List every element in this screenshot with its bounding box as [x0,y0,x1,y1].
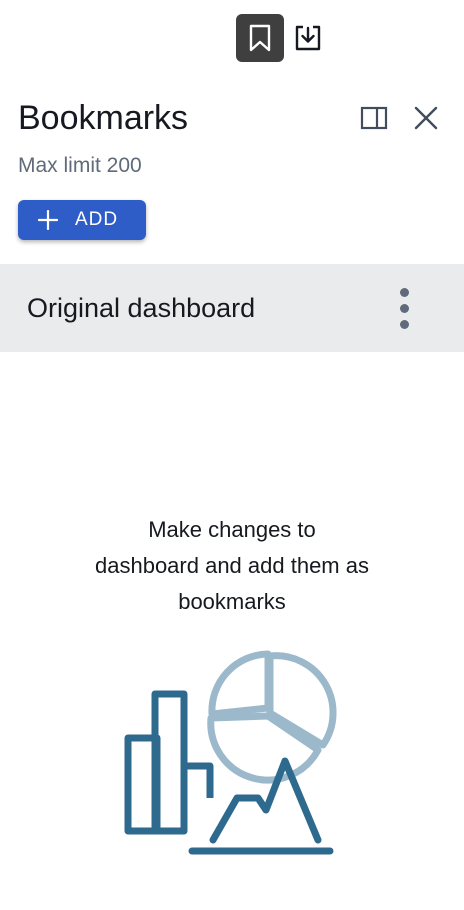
panel-header: Bookmarks [18,96,448,140]
pie-chart-icon [207,650,337,784]
empty-state-line-2: dashboard and add them as [95,553,369,578]
download-icon [295,25,321,51]
split-view-icon [360,106,388,130]
charts-illustration [124,650,337,855]
panel-title: Bookmarks [18,99,189,137]
add-button-label: ADD [75,209,119,230]
bookmark-icon [249,24,271,52]
close-icon [414,106,438,130]
empty-state-line-1: Make changes to [148,517,316,542]
bookmark-item-label: Original dashboard [27,293,256,323]
more-vertical-icon[interactable] [390,286,418,330]
split-view-button[interactable] [358,102,390,134]
bookmarks-toggle-button[interactable] [236,14,284,62]
bookmark-item[interactable]: Original dashboard [0,264,464,352]
empty-state-line-3: bookmarks [178,589,286,614]
download-button[interactable] [284,14,332,62]
max-limit-text: Max limit 200 [18,154,142,177]
top-toolbar [236,14,464,62]
bar-chart-icon [124,690,214,835]
add-bookmark-button[interactable]: ADD [18,200,146,240]
close-button[interactable] [410,102,442,134]
plus-icon [38,210,58,230]
empty-state-message: Make changes to dashboard and add them a… [32,512,432,620]
